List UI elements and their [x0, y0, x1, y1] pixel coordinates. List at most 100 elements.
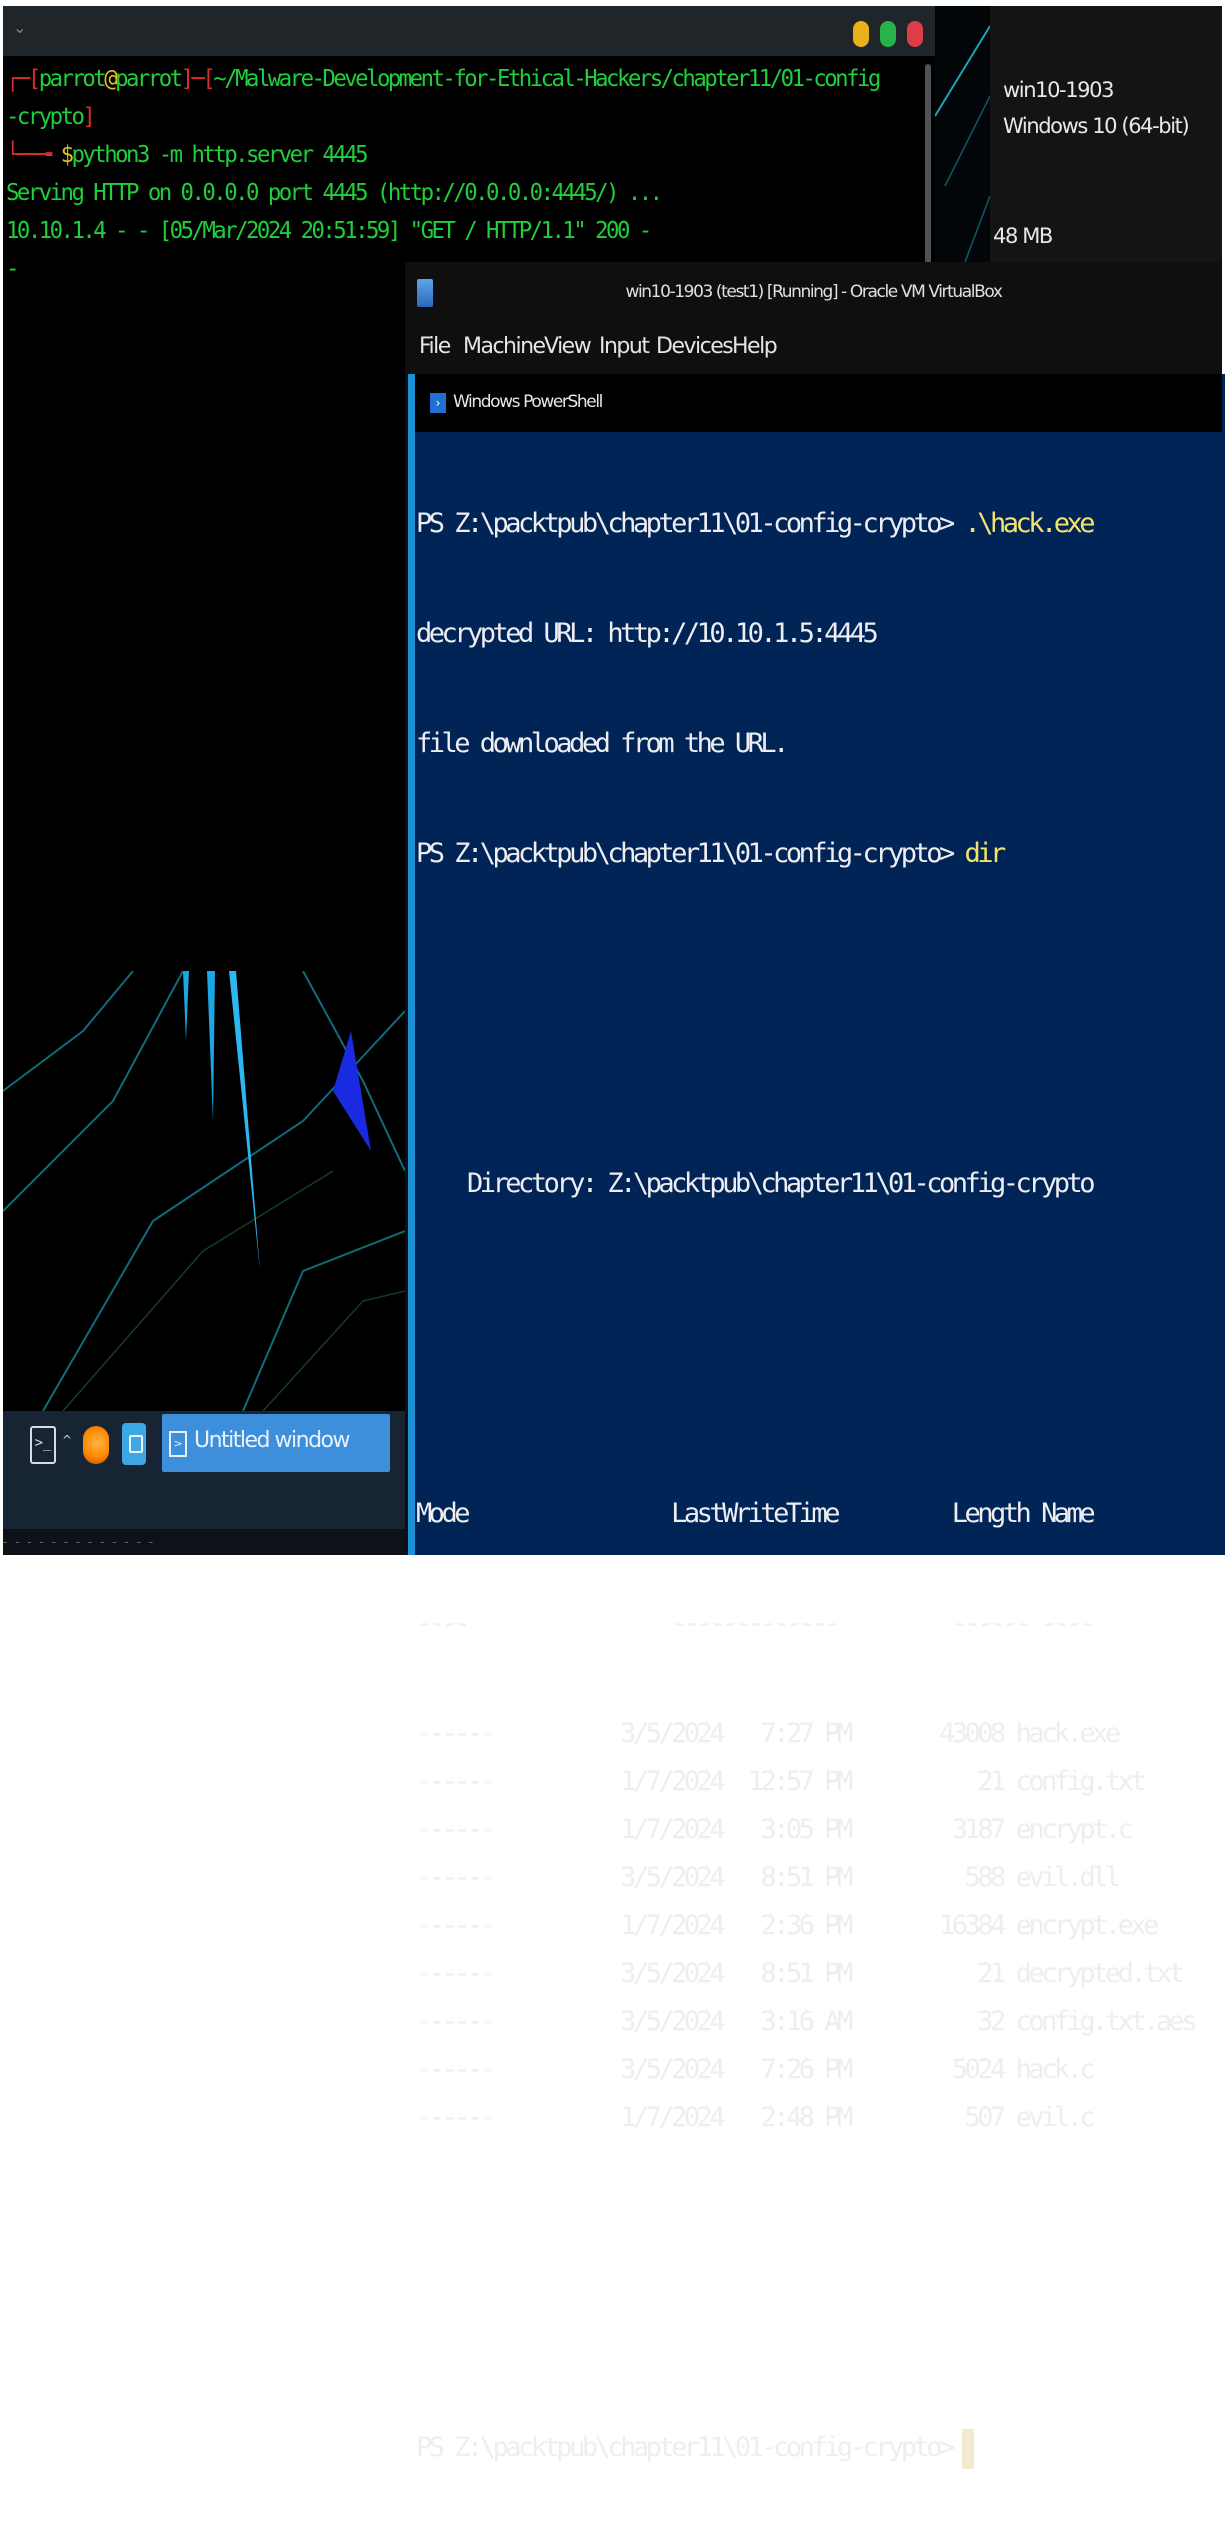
header-lastwritetime: LastWriteTime: [671, 1498, 840, 1529]
prompt-symbol: $: [60, 142, 74, 168]
file-name: evil.dll: [1015, 1862, 1122, 1893]
prompt-path: ~/Malware-Development-for-Ethical-Hacker…: [213, 66, 881, 92]
powershell-titlebar[interactable]: › Windows PowerShell: [415, 374, 1222, 432]
ps-blank-line: [416, 2204, 1194, 2252]
terminal-scrollbar[interactable]: [925, 64, 931, 274]
file-length: 21: [939, 1958, 1006, 1989]
file-date: 1/7/2024: [607, 1814, 726, 1845]
dir-table-rows: ------ 3/5/2024 7:27 PM 43008 hack.exe --…: [416, 1710, 1198, 2142]
powershell-title: Windows PowerShell: [453, 392, 603, 412]
file-name: config.txt.aes: [1015, 2006, 1198, 2037]
taskbar-status: - - - - - - - - - - - - -: [3, 1529, 405, 1555]
header-length: Length: [951, 1498, 1032, 1529]
file-time: 7:27 PM: [747, 1718, 853, 1749]
ps-blank-line: [416, 2314, 1194, 2362]
menu-machine[interactable]: Machine: [463, 334, 546, 359]
file-name: evil.c: [1015, 2102, 1096, 2133]
header-mode: Mode: [416, 1498, 471, 1529]
file-time: 3:16 AM: [747, 2006, 853, 2037]
file-mode: ------: [416, 1862, 496, 1893]
dir-table-row: ------ 1/7/2024 12:57 PM 21 config.txt: [416, 1758, 1194, 1806]
file-date: 3/5/2024: [607, 1958, 726, 1989]
ps-blank-line: [416, 1270, 1194, 1318]
dir-table-row: ------ 1/7/2024 3:05 PM 3187 encrypt.c: [416, 1806, 1194, 1854]
terminal-launcher-icon[interactable]: >_: [30, 1426, 56, 1464]
wallpaper-graphic: [935, 25, 990, 262]
vm-menubar: File Machine View Input Devices Help: [405, 326, 1222, 374]
terminal-output[interactable]: ┌─[parrot@parrot]─[~/Malware-Development…: [6, 60, 881, 288]
virtualbox-vm-window[interactable]: win10-1903 (test1) [Running] - Oracle VM…: [405, 262, 1225, 2469]
file-time: 2:48 PM: [747, 2102, 853, 2133]
vm-window-title: win10-1903 (test1) [Running] - Oracle VM…: [625, 282, 1002, 302]
ps-output-line: decrypted URL: http://10.10.1.5:4445: [416, 618, 879, 649]
ps-command: dir: [964, 838, 1007, 869]
dir-table-underline: ---- ------------- ------ ----: [416, 1600, 1194, 1648]
file-date: 3/5/2024: [607, 1862, 726, 1893]
chevron-down-icon[interactable]: ⌄: [13, 18, 26, 37]
file-length: 16384: [939, 1910, 1006, 1941]
powershell-window[interactable]: › Windows PowerShell PS Z:\packtpub\chap…: [408, 374, 1225, 2469]
dir-table-row: ------ 1/7/2024 2:36 PM 16384 encrypt.ex…: [416, 1902, 1194, 1950]
dir-table-row: ------ 1/7/2024 2:48 PM 507 evil.c: [416, 2094, 1194, 2142]
file-name: hack.exe: [1015, 1718, 1122, 1749]
file-length: 588: [939, 1862, 1007, 1893]
ps-blank-line: [416, 940, 1194, 988]
command-line: └──╼ $python3 -m http.server 4445: [6, 142, 369, 168]
menu-devices[interactable]: Devices: [656, 334, 734, 359]
ps-current-prompt[interactable]: PS Z:\packtpub\chapter11\01-config-crypt…: [416, 2424, 1194, 2472]
taskbar-window-button[interactable]: > Untitled window: [162, 1414, 390, 1472]
file-date: 1/7/2024: [607, 2102, 726, 2133]
dir-table-row: ------ 3/5/2024 7:27 PM 43008 hack.exe: [416, 1710, 1194, 1758]
prompt-path-cont: -crypto: [6, 104, 85, 130]
files-launcher-icon[interactable]: [122, 1423, 146, 1465]
terminal-titlebar[interactable]: ⌄: [3, 6, 935, 56]
menu-input[interactable]: Input: [599, 334, 650, 359]
file-name: encrypt.c: [1015, 1814, 1134, 1845]
chevron-up-icon[interactable]: ^: [62, 1433, 72, 1447]
maximize-button[interactable]: [880, 21, 896, 47]
file-date: 3/5/2024: [607, 1718, 726, 1749]
menu-file[interactable]: File: [419, 334, 451, 359]
virtualbox-manager-details: win10-1903 Windows 10 (64-bit) 48 MB: [990, 6, 1222, 262]
firefox-launcher-icon[interactable]: [83, 1426, 109, 1464]
file-length: 3187: [939, 1814, 1007, 1845]
wallpaper-strip: [935, 6, 990, 262]
vm-titlebar[interactable]: win10-1903 (test1) [Running] - Oracle VM…: [405, 262, 1222, 326]
file-date: 1/7/2024: [607, 1910, 726, 1941]
ps-command: .\hack.exe: [964, 508, 1096, 539]
ps-blank-line: [416, 1050, 1194, 1098]
file-date: 3/5/2024: [607, 2054, 726, 2085]
menu-view[interactable]: View: [544, 334, 592, 359]
file-mode: ------: [416, 2102, 496, 2133]
ps-directory-label: Directory: Z:\packtpub\chapter11\01-conf…: [416, 1160, 1194, 1208]
file-mode: ------: [416, 1718, 496, 1749]
ps-command-line: PS Z:\packtpub\chapter11\01-config-crypt…: [416, 500, 1194, 548]
vm-memory: 48 MB: [993, 224, 1053, 248]
terminal-output-line: 10.10.1.4 - - [05/Mar/2024 20:51:59] "GE…: [6, 218, 652, 244]
file-time: 12:57 PM: [747, 1766, 854, 1797]
close-button[interactable]: [907, 21, 923, 47]
powershell-console[interactable]: PS Z:\packtpub\chapter11\01-config-crypt…: [416, 438, 1198, 2534]
file-mode: ------: [416, 2006, 496, 2037]
menu-help[interactable]: Help: [732, 334, 778, 359]
file-mode: ------: [416, 1814, 496, 1845]
ps-prompt: PS Z:\packtpub\chapter11\01-config-crypt…: [416, 508, 955, 539]
ps-command-line: PS Z:\packtpub\chapter11\01-config-crypt…: [416, 830, 1194, 878]
ps-directory-text: Directory: Z:\packtpub\chapter11\01-conf…: [467, 1168, 1096, 1199]
vm-os-type: Windows 10 (64-bit): [1003, 114, 1190, 138]
prompt-user: parrot: [38, 66, 107, 92]
wallpaper-graphic: [3, 971, 405, 1411]
minimize-button[interactable]: [853, 21, 869, 47]
prompt-host: parrot: [115, 66, 183, 92]
powershell-icon: ›: [430, 393, 446, 413]
underline-name: ----: [1041, 1608, 1096, 1639]
underline-mode: ----: [416, 1608, 471, 1639]
desktop-wallpaper: [3, 971, 405, 1411]
file-name: config.txt: [1015, 1766, 1147, 1797]
file-length: 5024: [939, 2054, 1007, 2085]
file-length: 21: [939, 1766, 1006, 1797]
terminal-icon: >: [169, 1431, 187, 1457]
prompt-at: @: [104, 66, 117, 92]
file-time: 3:05 PM: [747, 1814, 853, 1845]
taskbar: >_ ^ > Untitled window: [3, 1411, 405, 1529]
